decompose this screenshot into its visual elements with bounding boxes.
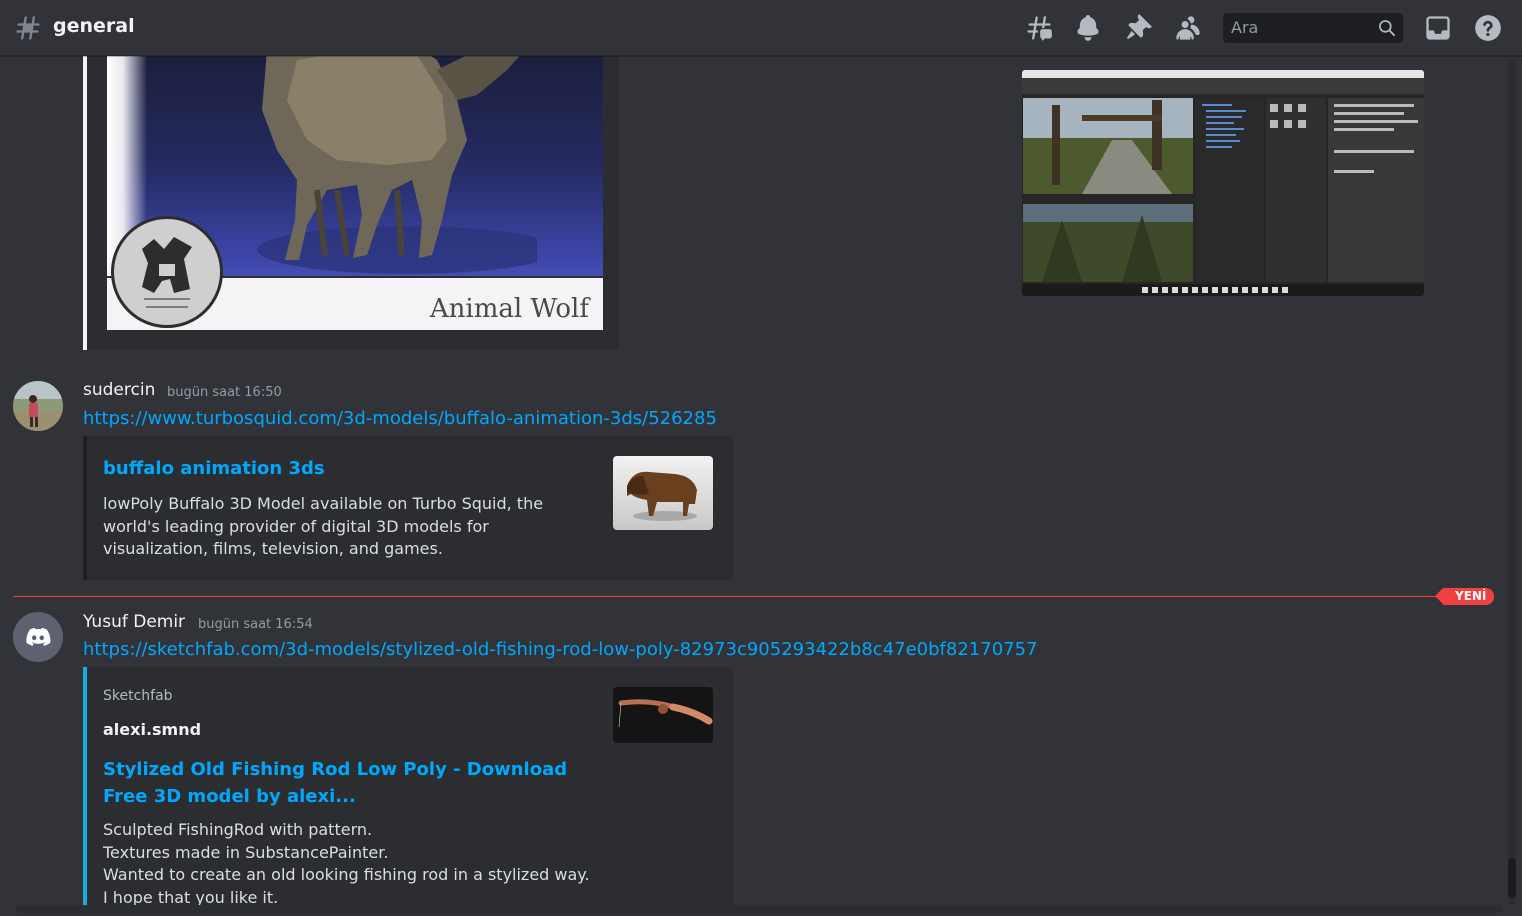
fishing-rod-thumbnail[interactable]	[613, 687, 713, 743]
embed-title[interactable]: Stylized Old Fishing Rod Low Poly - Down…	[103, 756, 583, 810]
link-embed: Sketchfab alexi.smnd Stylized Old Fishin…	[83, 667, 733, 912]
search-placeholder: Ara	[1231, 18, 1259, 37]
embed-description: Sculpted FishingRod with pattern. Textur…	[103, 819, 603, 909]
description-line: Wanted to create an old looking fishing …	[103, 865, 590, 884]
unity-editor-preview	[1022, 70, 1424, 296]
discord-logo-icon	[26, 627, 51, 646]
avatar[interactable]	[13, 612, 63, 662]
new-messages-badge: YENİ	[1434, 588, 1495, 605]
message-link[interactable]: https://www.turbosquid.com/3d-models/buf…	[83, 408, 717, 429]
unity-editor-screenshot[interactable]	[1022, 70, 1424, 296]
new-messages-divider	[13, 596, 1486, 597]
username[interactable]: sudercin	[83, 380, 155, 400]
scrollbar-thumb[interactable]	[1508, 858, 1516, 898]
timestamp: bugün saat 16:50	[167, 385, 282, 400]
vertical-scrollbar[interactable]	[1508, 60, 1516, 906]
search-box[interactable]: Ara	[1223, 13, 1403, 43]
description-line: Textures made in SubstancePainter.	[103, 842, 389, 862]
embed-title[interactable]: buffalo animation 3ds	[103, 458, 325, 479]
buffalo-image	[613, 456, 713, 530]
embed-description: lowPoly Buffalo 3D Model available on Tu…	[103, 494, 544, 558]
embed-author[interactable]: alexi.smnd	[103, 720, 201, 739]
bell-icon[interactable]	[1074, 14, 1102, 42]
channel-name: general	[53, 15, 135, 37]
avatar[interactable]	[13, 381, 63, 431]
search-icon[interactable]	[1377, 18, 1397, 38]
buffalo-thumbnail[interactable]	[613, 456, 713, 530]
fishing-rod-image	[613, 687, 713, 743]
link-embed: buffalo animation 3ds lowPoly Buffalo 3D…	[83, 436, 733, 580]
wolf-caption: Animal Wolf	[429, 294, 589, 324]
help-icon[interactable]	[1474, 14, 1502, 42]
threads-icon[interactable]	[1025, 14, 1053, 42]
wolf-figure	[257, 40, 537, 274]
hashtag-icon	[16, 16, 40, 40]
wolf-image[interactable]: Animal Wolf	[107, 40, 603, 330]
message-link[interactable]: https://sketchfab.com/3d-models/stylized…	[83, 639, 1038, 660]
ozen-games-logo	[111, 216, 223, 328]
pin-icon[interactable]	[1124, 14, 1152, 42]
username[interactable]: Yusuf Demir	[83, 612, 185, 632]
wolf-embed: Animal Wolf	[83, 40, 619, 350]
horizontal-scrollbar[interactable]	[16, 905, 1502, 913]
user-photo	[13, 381, 63, 431]
description-line: Sculpted FishingRod with pattern.	[103, 820, 373, 839]
channel-header: general Ara	[0, 0, 1522, 56]
embed-provider[interactable]: Sketchfab	[103, 688, 173, 704]
members-icon[interactable]	[1174, 14, 1202, 42]
inbox-icon[interactable]	[1424, 14, 1452, 42]
timestamp: bugün saat 16:54	[198, 617, 313, 632]
